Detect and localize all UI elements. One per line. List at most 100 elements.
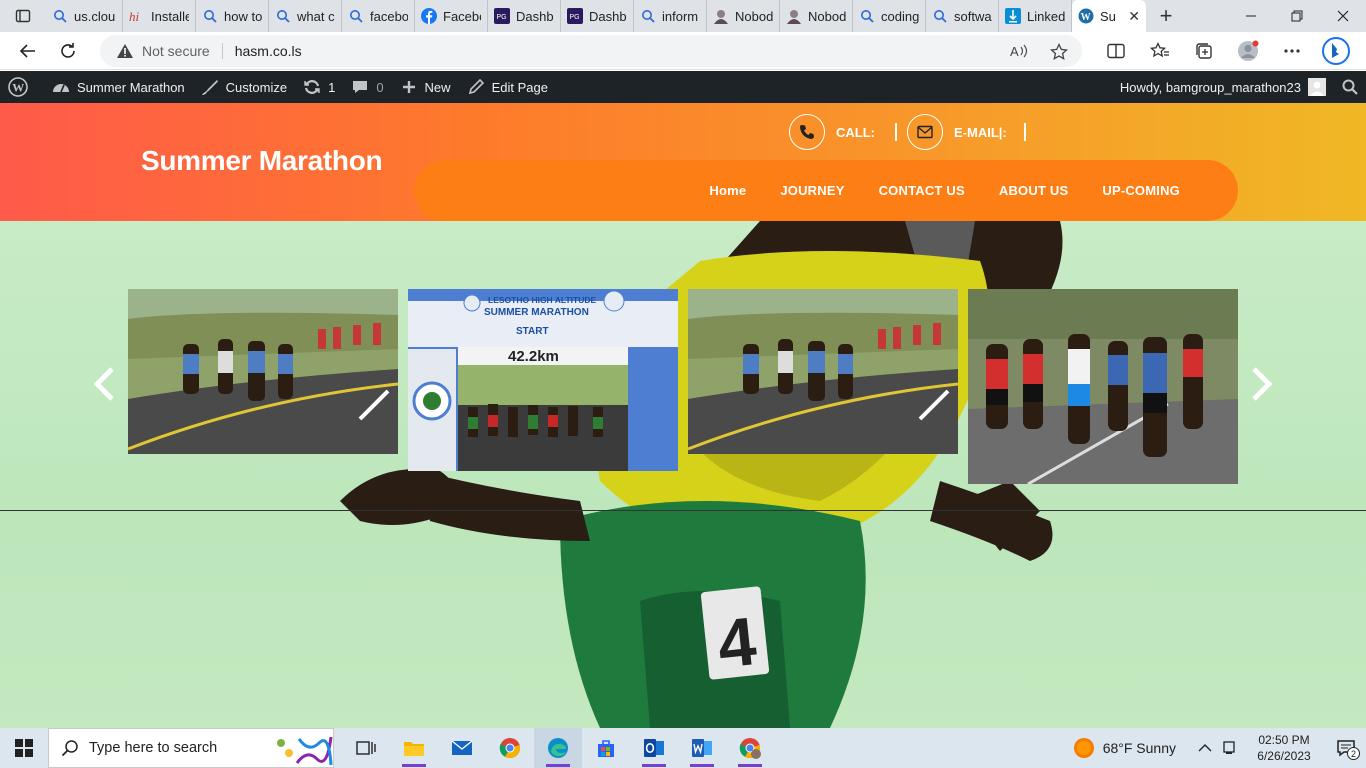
wp-howdy-label[interactable]: Howdy, bamgroup_marathon23 xyxy=(1120,80,1301,95)
tab-item[interactable]: Nobod xyxy=(780,0,853,32)
paintbrush-icon xyxy=(201,80,218,95)
wp-updates-count[interactable]: 1 xyxy=(328,80,335,95)
nav-up-coming[interactable]: UP-COMING xyxy=(1102,183,1180,198)
wp-customize[interactable]: Customize xyxy=(193,71,295,103)
tab-item[interactable]: Nobod xyxy=(707,0,780,32)
task-view-button[interactable] xyxy=(342,728,390,768)
read-aloud-icon[interactable]: A xyxy=(1010,43,1028,59)
url-text[interactable]: hasm.co.ls xyxy=(235,43,302,59)
mail-button[interactable] xyxy=(438,728,486,768)
taskbar-search-box[interactable]: Type here to search xyxy=(48,728,334,768)
favorites-button[interactable] xyxy=(1138,32,1182,70)
tab-item[interactable]: PG Dashb xyxy=(561,0,634,32)
svg-text:W: W xyxy=(1081,12,1091,23)
chrome-profile-button[interactable] xyxy=(726,728,774,768)
slider-prev-button[interactable] xyxy=(92,366,116,412)
wp-comments-count[interactable]: 0 xyxy=(376,80,383,95)
tab-close-icon[interactable]: ✕ xyxy=(1128,8,1140,25)
runners-road-photo xyxy=(128,289,398,454)
tab-item[interactable]: how to xyxy=(196,0,269,32)
tab-item[interactable]: what c xyxy=(269,0,342,32)
nav-about-us[interactable]: ABOUT US xyxy=(999,183,1069,198)
chrome-button[interactable] xyxy=(486,728,534,768)
system-clock[interactable]: 02:50 PM 6/26/2023 xyxy=(1242,732,1326,764)
edge-button[interactable] xyxy=(534,728,582,768)
back-button[interactable] xyxy=(8,32,48,70)
start-banner-photo: LESOTHO HIGH ALTITUDE SUMMER MARATHON ST… xyxy=(408,289,678,471)
wp-search-button[interactable] xyxy=(1334,71,1366,103)
tab-item[interactable]: coding xyxy=(853,0,926,32)
dashboard-icon: PG xyxy=(567,8,583,24)
tab-item[interactable]: Facebo xyxy=(415,0,488,32)
hi-icon: hi xyxy=(129,8,145,24)
address-divider xyxy=(221,43,223,59)
network-icon[interactable] xyxy=(1222,740,1238,756)
wp-updates[interactable]: 1 xyxy=(295,71,343,103)
nav-home[interactable]: Home xyxy=(709,183,746,198)
taskbar-search-placeholder[interactable]: Type here to search xyxy=(89,740,217,756)
tab-item[interactable]: inform xyxy=(634,0,707,32)
tab-item[interactable]: softwa xyxy=(926,0,999,32)
weather-text[interactable]: 68°F Sunny xyxy=(1103,740,1176,756)
slide-image-start-banner[interactable]: LESOTHO HIGH ALTITUDE SUMMER MARATHON ST… xyxy=(408,289,678,471)
bing-chat-button[interactable] xyxy=(1314,32,1358,70)
weather-sun-icon[interactable] xyxy=(1073,737,1095,759)
tab-label: Linked xyxy=(1027,8,1065,24)
minimize-button[interactable] xyxy=(1228,0,1274,32)
chevron-up-icon[interactable] xyxy=(1198,743,1212,753)
site-title[interactable]: Summer Marathon xyxy=(141,145,383,177)
collections-button[interactable] xyxy=(1182,32,1226,70)
wp-new-label[interactable]: New xyxy=(425,80,451,95)
pencil-icon xyxy=(468,78,484,95)
wp-customize-label[interactable]: Customize xyxy=(226,80,287,95)
wp-comments[interactable]: 0 xyxy=(343,71,391,103)
wp-edit-page-label[interactable]: Edit Page xyxy=(492,80,548,95)
store-button[interactable] xyxy=(582,728,630,768)
wp-edit-page[interactable]: Edit Page xyxy=(459,71,556,103)
slider-next-button[interactable] xyxy=(1250,366,1274,412)
svg-text:W: W xyxy=(12,81,24,95)
settings-more-button[interactable] xyxy=(1270,32,1314,70)
email-circle[interactable] xyxy=(907,114,943,150)
wp-account-menu[interactable]: Howdy, bamgroup_marathon23 xyxy=(1112,71,1334,103)
nav-contact-us[interactable]: CONTACT US xyxy=(879,183,965,198)
contact-info: CALL: E-MAIL|: xyxy=(789,113,1036,151)
start-button[interactable] xyxy=(0,728,48,768)
warning-icon[interactable] xyxy=(116,43,134,59)
phone-circle[interactable] xyxy=(789,114,825,150)
file-explorer-button[interactable] xyxy=(390,728,438,768)
tab-actions-button[interactable] xyxy=(0,0,46,32)
refresh-icon xyxy=(61,42,75,58)
chrome-icon xyxy=(499,738,520,759)
notification-center-button[interactable]: 2 xyxy=(1326,728,1366,768)
restore-button[interactable] xyxy=(1274,0,1320,32)
close-window-button[interactable] xyxy=(1320,0,1366,32)
security-label[interactable]: Not secure xyxy=(142,43,210,59)
tab-item[interactable]: hi Installe xyxy=(123,0,196,32)
wp-new-content[interactable]: New xyxy=(392,71,459,103)
tab-item[interactable]: PG Dashb xyxy=(488,0,561,32)
tab-item[interactable]: us.clou xyxy=(46,0,123,32)
slide-image-runners-road[interactable] xyxy=(128,289,398,454)
slide-image-runners-road-2[interactable] xyxy=(688,289,958,454)
search-icon xyxy=(61,740,78,757)
tab-item[interactable]: facebo xyxy=(342,0,415,32)
wp-site-name[interactable]: Summer Marathon xyxy=(44,71,193,103)
nav-journey[interactable]: JOURNEY xyxy=(780,183,844,198)
windows-logo-icon xyxy=(15,739,33,757)
slide-image-marathon-pack[interactable] xyxy=(968,289,1238,484)
new-tab-button[interactable]: + xyxy=(1146,0,1186,32)
refresh-button[interactable] xyxy=(48,32,88,70)
wp-logo-button[interactable]: W xyxy=(0,71,36,103)
favorite-star-icon[interactable] xyxy=(1050,43,1068,61)
outlook-button[interactable] xyxy=(630,728,678,768)
nobody-icon xyxy=(713,8,729,24)
tab-active[interactable]: W Su ✕ xyxy=(1072,0,1146,32)
address-bar[interactable]: Not secure hasm.co.ls A xyxy=(100,35,1082,67)
profile-button[interactable] xyxy=(1226,32,1270,70)
wp-site-name-label[interactable]: Summer Marathon xyxy=(77,80,185,95)
split-screen-button[interactable] xyxy=(1094,32,1138,70)
tab-label: Su xyxy=(1100,8,1116,24)
tab-item[interactable]: Linked xyxy=(999,0,1072,32)
word-button[interactable] xyxy=(678,728,726,768)
